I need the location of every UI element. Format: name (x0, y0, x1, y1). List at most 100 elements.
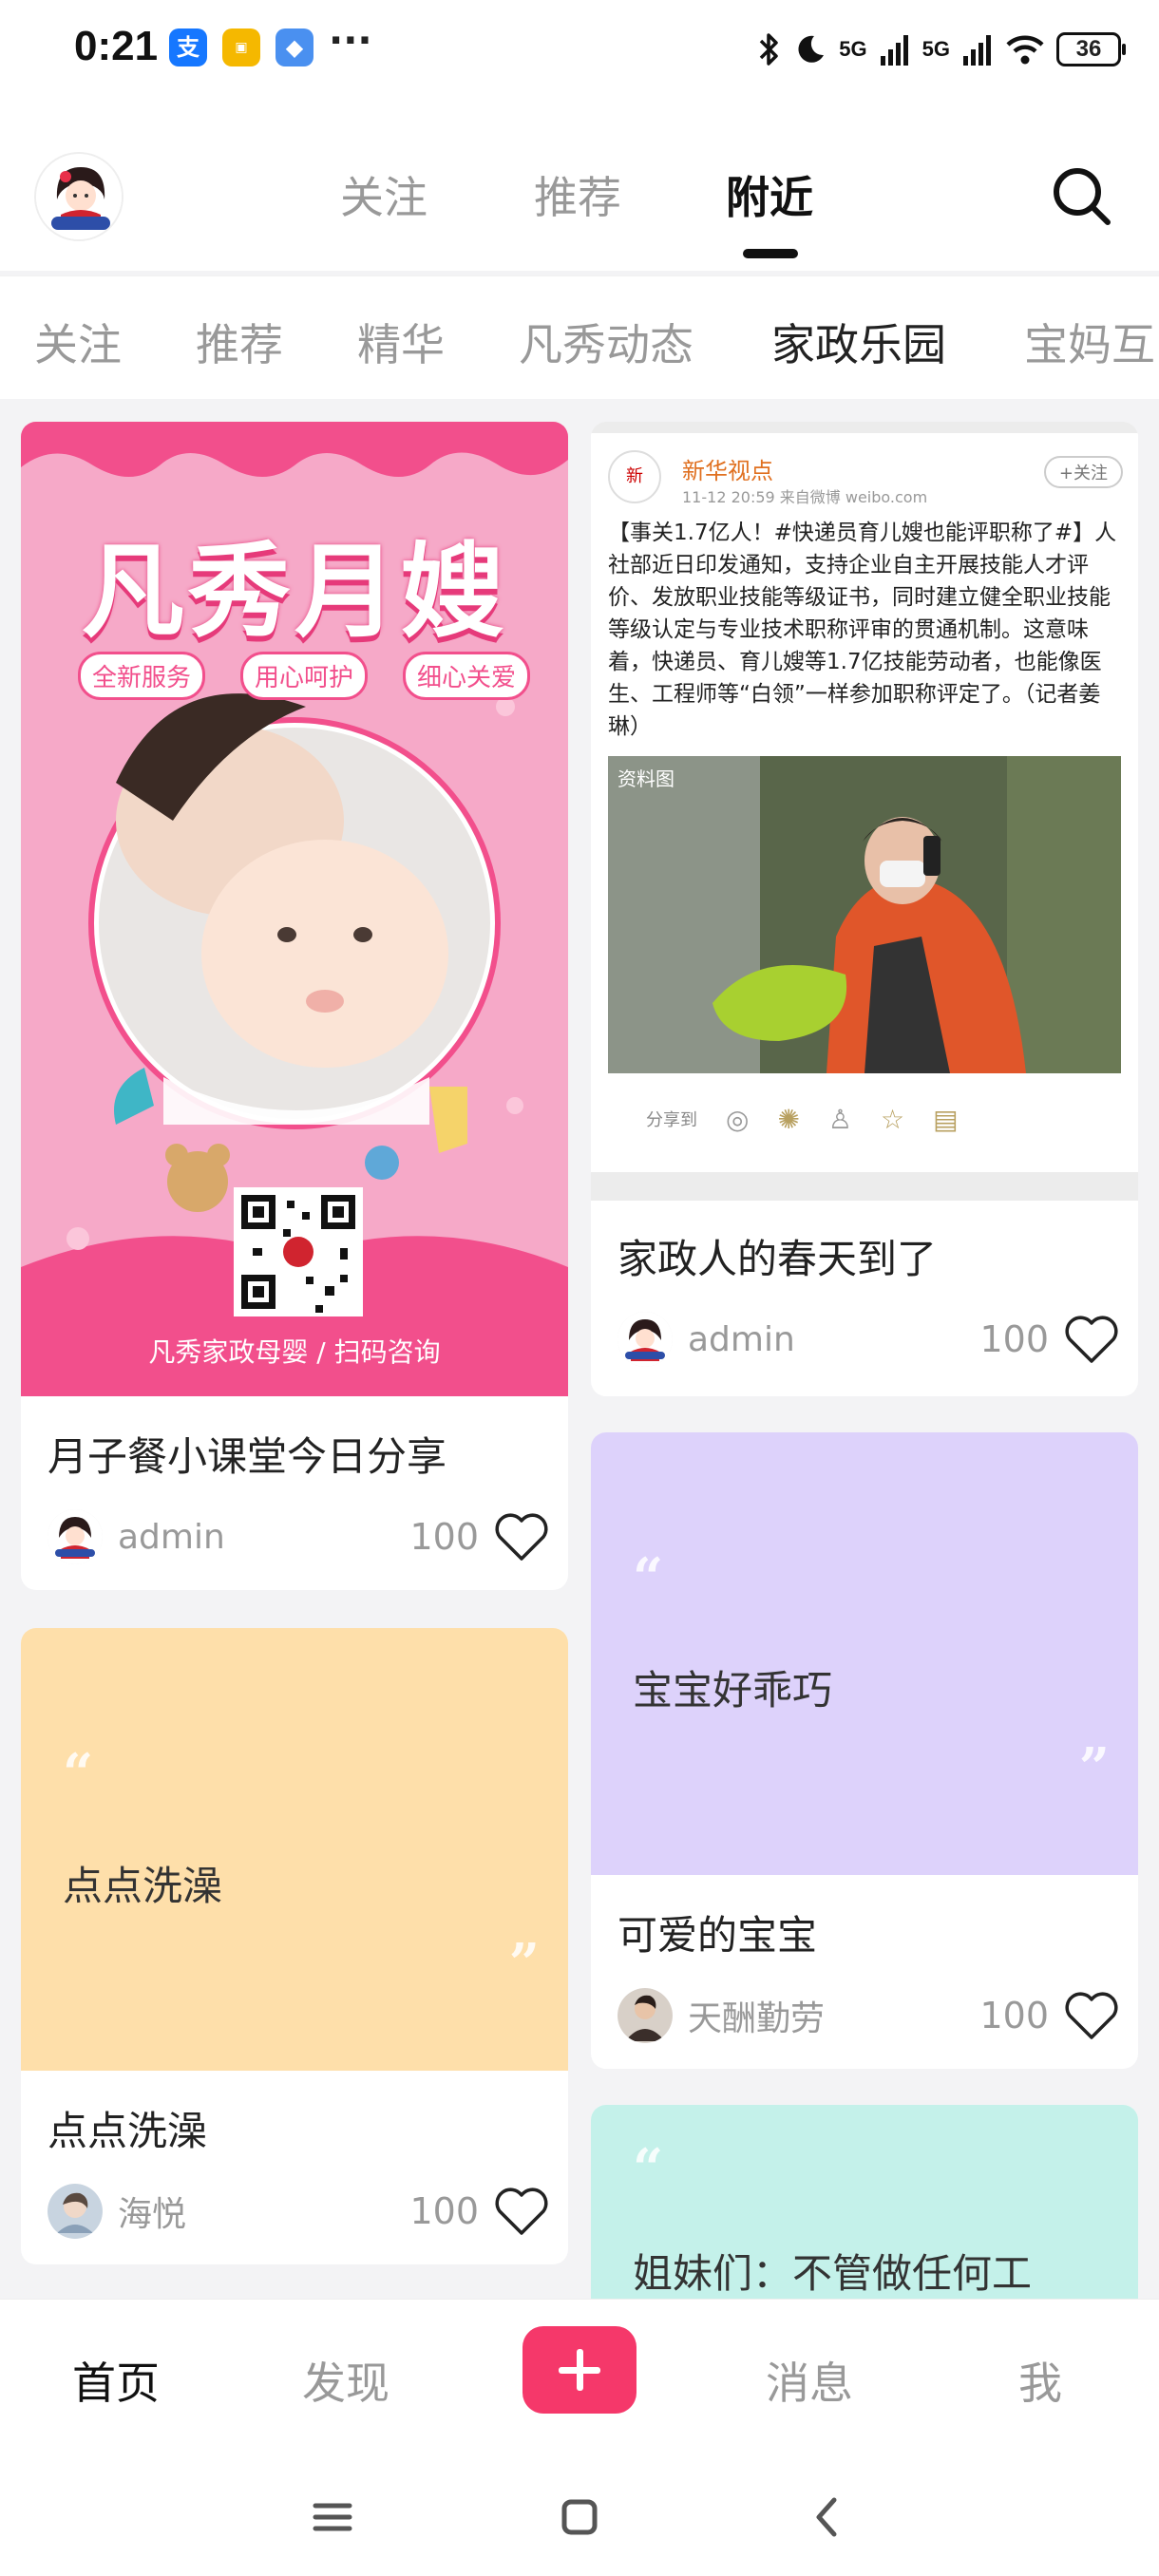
poster-tag: 细心关爱 (402, 652, 530, 700)
bluetooth-icon (760, 33, 779, 66)
app-badge-icon: ▣ (222, 28, 260, 66)
quote-cover: “ 宝宝好乖巧 ” (591, 1432, 1138, 1875)
nav-messages[interactable]: 消息 (766, 2349, 853, 2412)
author-avatar[interactable] (618, 1988, 673, 2043)
bottom-nav: 首页 发现 消息 我 (0, 2299, 1159, 2451)
category-housekeeping[interactable]: 家政乐园 (771, 311, 946, 373)
system-navigation-bar (0, 2451, 1159, 2576)
quote-text: 宝宝好乖巧 (633, 1667, 833, 1714)
signal-5g-label: 5G (839, 37, 867, 61)
weibo-avatar: 新 (608, 450, 661, 503)
weibo-body: 【事关1.7亿人！#快递员育儿嫂也能评职称了#】人社部近日印发通知，支持企业自主… (608, 521, 1117, 739)
save-image-icon: ▤ (933, 1103, 959, 1135)
author-avatar[interactable] (48, 2184, 103, 2239)
battery-indicator: 36 (1056, 32, 1126, 66)
qq-icon: ♙ (827, 1103, 853, 1135)
poster-tag: 用心呵护 (239, 652, 368, 700)
tab-nearby[interactable]: 附近 (726, 163, 813, 226)
alipay-icon: 支 (169, 28, 207, 66)
quote-cover: “ 点点洗澡 ” (21, 1628, 568, 2071)
quote-text: 点点洗澡 (63, 1863, 223, 1909)
post-title: 月子餐小课堂今日分享 (48, 1433, 447, 1480)
status-indicators: 5G 5G 36 (757, 28, 1126, 70)
author-name[interactable]: admin (118, 1518, 409, 1557)
author-name[interactable]: 海悦 (118, 2187, 409, 2236)
author-avatar[interactable] (618, 1312, 673, 1367)
home-icon[interactable] (551, 2489, 608, 2546)
wifi-icon (1006, 35, 1044, 65)
poster-tag: 全新服务 (78, 652, 206, 700)
top-header: 关注 推荐 附近 (0, 104, 1159, 271)
post-card[interactable]: 新 新华视点 11-12 20:59 来自微博 weibo.com +关注 【事… (591, 422, 1138, 1396)
avatar-image (36, 154, 122, 239)
post-card[interactable]: “ 姐妹们：不管做任何工 (591, 2105, 1138, 2299)
photo-label: 资料图 (618, 767, 674, 790)
category-follow[interactable]: 关注 (34, 311, 122, 373)
weibo-photo: 资料图 (608, 756, 1121, 1073)
signal-5g-label-2: 5G (922, 37, 950, 61)
back-icon[interactable] (798, 2489, 855, 2546)
author-avatar[interactable] (48, 1509, 103, 1564)
post-title: 家政人的春天到了 (618, 1236, 938, 1282)
signal-bars-icon-2 (963, 35, 991, 66)
quote-cover: “ 姐妹们：不管做任何工 (591, 2105, 1138, 2299)
author-name[interactable]: admin (688, 1320, 979, 1359)
quote-close-icon: ” (508, 1932, 540, 1995)
category-featured[interactable]: 精华 (357, 311, 445, 373)
tab-recommend[interactable]: 推荐 (534, 163, 621, 226)
weibo-follow-button: +关注 (1043, 456, 1123, 488)
quote-open-icon: “ (63, 1742, 94, 1805)
heart-icon[interactable] (494, 2186, 549, 2237)
category-mom-interaction[interactable]: 宝妈互 (1024, 311, 1155, 373)
share-label: 分享到 (646, 1110, 697, 1130)
category-fanxiu-news[interactable]: 凡秀动态 (519, 311, 694, 373)
poster-image: 凡秀月嫂 全新服务 用心呵护 细心关爱 凡秀家政母婴 / 扫码咨询 (21, 422, 568, 1396)
heart-icon[interactable] (494, 1511, 549, 1563)
search-icon[interactable] (1047, 161, 1115, 230)
nav-me[interactable]: 我 (1018, 2349, 1062, 2412)
heart-icon[interactable] (1064, 1314, 1119, 1365)
author-name[interactable]: 天酬勤劳 (688, 1991, 979, 2040)
heart-icon[interactable] (1064, 1990, 1119, 2041)
moon-icon (798, 35, 825, 63)
menu-icon[interactable] (304, 2489, 361, 2546)
quote-open-icon: “ (633, 1546, 664, 1609)
post-meta: admin 100 (618, 1311, 1119, 1368)
category-recommend[interactable]: 推荐 (196, 311, 283, 373)
star-icon: ☆ (881, 1103, 905, 1135)
post-meta: 海悦 100 (48, 2183, 549, 2240)
poster-title: 凡秀月嫂 (81, 533, 507, 652)
poster-footer: 凡秀家政母婴 / 扫码咨询 (148, 1336, 441, 1368)
weibo-screenshot: 新 新华视点 11-12 20:59 来自微博 weibo.com +关注 【事… (591, 422, 1138, 1201)
nav-home[interactable]: 首页 (72, 2349, 160, 2412)
signal-bars-icon (880, 35, 908, 66)
quote-text: 姐妹们：不管做任何工 (633, 2250, 1033, 2297)
weibo-source: 新华视点 (682, 458, 773, 484)
like-count: 100 (409, 1516, 479, 1558)
active-tab-indicator (743, 249, 798, 258)
status-bar: 0:21 支 ▣ ◆ ··· 5G 5G 36 (0, 0, 1159, 104)
like-count: 100 (409, 2190, 479, 2232)
tab-follow[interactable]: 关注 (340, 163, 428, 226)
nav-discover[interactable]: 发现 (302, 2349, 390, 2412)
status-time: 0:21 (74, 23, 159, 69)
poster-tags: 全新服务 用心呵护 细心关爱 (78, 652, 530, 700)
post-title: 可爱的宝宝 (618, 1912, 818, 1959)
post-card[interactable]: 凡秀月嫂 全新服务 用心呵护 细心关爱 凡秀家政母婴 / 扫码咨询 月子餐小课堂… (21, 422, 568, 1590)
post-card[interactable]: “ 宝宝好乖巧 ” 可爱的宝宝 天酬勤劳 100 (591, 1432, 1138, 2069)
like-count: 100 (979, 1318, 1049, 1360)
tshirt-icon: ◆ (276, 28, 314, 66)
weibo-top-strip (591, 422, 1138, 433)
quote-open-icon: “ (633, 2137, 664, 2200)
category-bar: 关注 推荐 精华 凡秀动态 家政乐园 宝妈互 (0, 275, 1159, 399)
quote-close-icon: ” (1078, 1736, 1110, 1799)
post-card[interactable]: “ 点点洗澡 ” 点点洗澡 海悦 100 (21, 1628, 568, 2264)
weibo-bottom-strip (591, 1172, 1138, 1201)
like-count: 100 (979, 1995, 1049, 2036)
wechat-icon: ◎ (726, 1103, 750, 1135)
add-post-button[interactable] (522, 2326, 636, 2414)
post-meta: admin 100 (48, 1508, 549, 1565)
moments-icon: ✺ (777, 1103, 800, 1135)
post-meta: 天酬勤劳 100 (618, 1987, 1119, 2044)
avatar[interactable] (34, 152, 124, 241)
